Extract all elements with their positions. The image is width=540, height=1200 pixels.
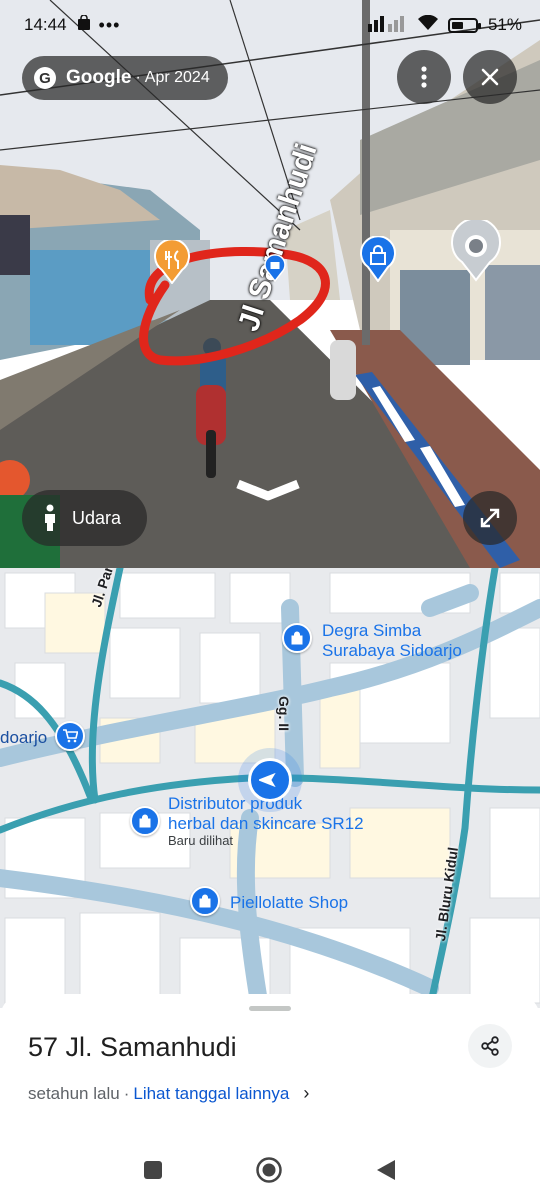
location-marker-icon[interactable] xyxy=(448,217,504,287)
back-triangle-icon[interactable] xyxy=(375,1158,397,1182)
google-g-icon: G xyxy=(34,67,56,89)
person-icon xyxy=(45,504,55,531)
more-vert-icon xyxy=(421,66,427,88)
poi-recently-viewed: Baru dilihat xyxy=(168,833,234,848)
close-button[interactable] xyxy=(463,50,517,104)
address-title: 57 Jl. Samanhudi xyxy=(28,1032,237,1062)
poi-shopping-icon[interactable] xyxy=(190,886,220,916)
street-view-panorama[interactable]: Jl Samanhudi G Google · Apr 2024 Udara xyxy=(0,0,540,568)
provider-label: Google xyxy=(66,67,132,88)
close-icon xyxy=(481,68,499,86)
map-view[interactable]: Jl. Panjun Gg. II Jl. Bluru Kidul Degra … xyxy=(0,568,540,1008)
aerial-mode-button[interactable]: Udara xyxy=(22,490,148,546)
shopping-pin-icon[interactable] xyxy=(263,254,287,287)
signal-icon xyxy=(367,14,408,37)
home-circle-icon[interactable] xyxy=(255,1156,283,1184)
status-time: 14:44 xyxy=(24,15,67,34)
wifi-icon xyxy=(417,14,438,36)
system-navigation-bar xyxy=(0,1140,540,1200)
recents-square-icon[interactable] xyxy=(143,1160,163,1180)
status-bar: 14:44 ••• 51% xyxy=(0,0,540,50)
fullscreen-button[interactable] xyxy=(463,491,517,545)
poi-label-degra-simba[interactable]: Degra Simba Surabaya Sidoarjo xyxy=(322,621,462,661)
sheet-drag-handle[interactable] xyxy=(249,1006,291,1011)
imagery-age: setahun lalu xyxy=(28,1083,120,1103)
poi-shopping-icon[interactable] xyxy=(130,806,160,836)
share-icon xyxy=(481,1036,499,1056)
battery-icon xyxy=(447,17,481,33)
see-other-dates-link[interactable]: Lihat tanggal lainnya xyxy=(133,1084,289,1104)
chevron-right-icon[interactable]: › xyxy=(303,1083,309,1104)
shopping-bag-icon xyxy=(77,13,91,36)
poi-cart-icon[interactable] xyxy=(55,721,85,751)
expand-icon xyxy=(480,508,500,528)
capture-date: Apr 2024 xyxy=(144,69,210,86)
poi-label-sidoarjo[interactable]: doarjo xyxy=(0,728,47,748)
google-date-chip[interactable]: G Google · Apr 2024 xyxy=(22,56,228,100)
street-label-gang: Gg. II xyxy=(276,696,292,731)
share-button[interactable] xyxy=(468,1024,512,1068)
shopping-pin-icon[interactable] xyxy=(358,235,398,287)
more-notifications-icon: ••• xyxy=(98,14,121,35)
poi-label-piellolatte[interactable]: Piellolatte Shop xyxy=(230,893,348,913)
poi-shopping-icon[interactable] xyxy=(282,623,312,653)
restaurant-pin-icon[interactable] xyxy=(152,238,192,289)
aerial-mode-label: Udara xyxy=(72,507,122,528)
battery-percent: 51% xyxy=(487,15,522,34)
imagery-date-row[interactable]: setahun lalu · Lihat tanggal lainnya › xyxy=(28,1083,309,1104)
current-location-arrow-icon[interactable] xyxy=(248,758,292,802)
more-options-button[interactable] xyxy=(397,50,451,104)
